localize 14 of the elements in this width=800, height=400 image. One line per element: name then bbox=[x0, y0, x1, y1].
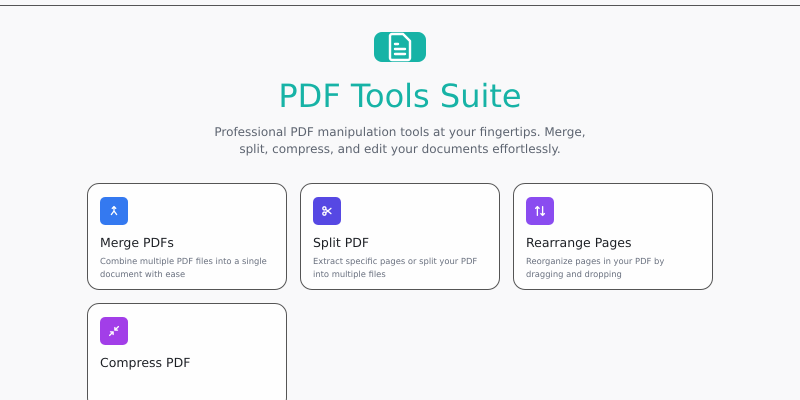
page-title: PDF Tools Suite bbox=[278, 76, 522, 116]
document-logo-icon bbox=[374, 32, 426, 62]
tool-title: Rearrange Pages bbox=[526, 235, 632, 250]
tool-description: Extract specific pages or split your PDF into multiple files bbox=[313, 255, 478, 281]
tool-description: Combine multiple PDF files into a single document with ease bbox=[100, 255, 268, 281]
tool-card[interactable]: Rearrange Pages Reorganize pages in your PDF by dragging and dropping bbox=[513, 183, 713, 290]
tool-card[interactable]: Split PDF Extract specific pages or split your PDF into multiple files bbox=[300, 183, 500, 290]
tool-title: Compress PDF bbox=[100, 355, 192, 370]
tool-title: Merge PDFs bbox=[100, 235, 175, 250]
page-subtitle: Professional PDF manipulation tools at your fingertips. Merge, split, compress, and edit your documents effortlessly. bbox=[213, 124, 587, 158]
tool-card[interactable]: Compress PDF bbox=[87, 303, 287, 400]
tool-card[interactable]: Merge PDFs Combine multiple PDF files into a single document with ease bbox=[87, 183, 287, 290]
tool-title: Split PDF bbox=[313, 235, 370, 250]
tool-description: Reorganize pages in your PDF by dragging and dropping bbox=[526, 255, 666, 281]
